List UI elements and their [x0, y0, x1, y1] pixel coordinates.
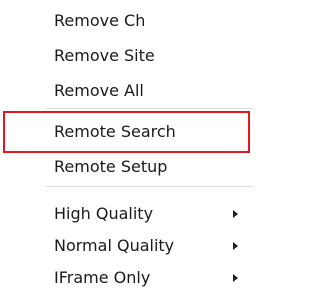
menu-item-label: Remove Site [54, 46, 155, 65]
menu-item-label: Remote Search [54, 122, 176, 141]
menu-item-remote-setup[interactable]: Remote Setup [0, 152, 254, 182]
menu-item-remove-ch[interactable]: Remove Ch [0, 6, 254, 36]
menu-item-label: Remove Ch [54, 11, 146, 30]
menu-item-label: Normal Quality [54, 236, 175, 255]
context-menu: Remove Ch Remove Site Remove All Remote … [0, 0, 254, 295]
menu-item-label: Remote Setup [54, 157, 168, 176]
menu-item-high-quality[interactable]: High Quality [0, 199, 254, 229]
submenu-arrow-icon [233, 274, 238, 282]
menu-item-remove-site[interactable]: Remove Site [0, 41, 254, 71]
menu-item-iframe-only[interactable]: IFrame Only [0, 263, 254, 293]
submenu-arrow-icon [233, 210, 238, 218]
menu-item-label: IFrame Only [54, 268, 151, 287]
menu-item-remote-search[interactable]: Remote Search [0, 117, 254, 147]
menu-separator [46, 186, 254, 187]
menu-separator [46, 108, 254, 109]
submenu-arrow-icon [233, 242, 238, 250]
menu-item-remove-all[interactable]: Remove All [0, 76, 254, 106]
menu-item-normal-quality[interactable]: Normal Quality [0, 231, 254, 261]
menu-item-label: Remove All [54, 81, 144, 100]
menu-item-label: High Quality [54, 204, 154, 223]
